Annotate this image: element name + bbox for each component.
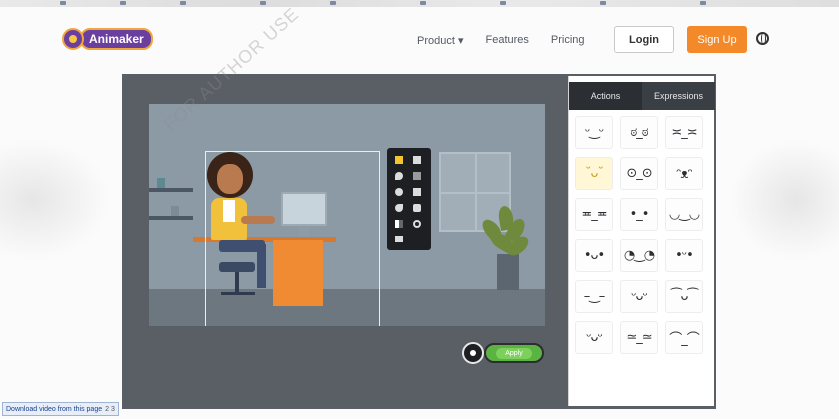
drop-icon[interactable] <box>395 172 403 180</box>
expression-item[interactable]: ᵕᴗᵕ <box>620 280 658 313</box>
nav-links: Product ▾ Features Pricing <box>417 34 585 47</box>
tool-icon[interactable] <box>395 188 403 196</box>
tab-expressions[interactable]: Expressions <box>642 82 715 110</box>
contrast-icon[interactable] <box>395 220 403 228</box>
wall-shelf <box>149 188 193 192</box>
expression-item[interactable]: ᵕᴗᵕ <box>575 321 613 354</box>
expression-item[interactable]: •_• <box>620 198 658 231</box>
nav-pricing[interactable]: Pricing <box>551 34 585 47</box>
tool-icon[interactable] <box>413 172 421 180</box>
expression-item[interactable]: ᵕ‿ᵕ <box>575 116 613 149</box>
page: Animaker Product ▾ Features Pricing Logi… <box>0 0 839 419</box>
download-pages: 2 3 <box>105 405 115 413</box>
animation-editor: Apply Actions Expressions ᵕ‿ᵕ ಠ_ಠ ≍_≍ ˘ᴗ… <box>122 74 716 409</box>
selection-box[interactable] <box>205 151 380 326</box>
tool-icon[interactable] <box>413 188 421 196</box>
expression-item[interactable]: ≍_≍ <box>665 116 703 149</box>
background-blur-right <box>730 140 839 260</box>
scene-canvas[interactable] <box>149 104 545 326</box>
expression-item[interactable]: ಠ_ಠ <box>620 116 658 149</box>
logo-text: Animaker <box>80 28 153 50</box>
expression-item[interactable]: •ᵕ• <box>665 239 703 272</box>
expression-item[interactable]: ⌒_⌒ <box>665 321 703 354</box>
apply-button[interactable]: Apply <box>484 343 544 363</box>
expression-item[interactable]: ˘ᴗ˘ <box>575 157 613 190</box>
chat-icon[interactable] <box>395 204 403 212</box>
panel-tabs: Actions Expressions <box>569 82 715 110</box>
shelf-plant <box>157 178 165 188</box>
login-button[interactable]: Login <box>614 26 674 53</box>
download-video-bar[interactable]: Download video from this page 2 3 <box>2 402 119 416</box>
wall-shelf <box>149 216 193 220</box>
tool-icon[interactable] <box>413 204 421 212</box>
expression-item[interactable]: ≖_≖ <box>575 198 613 231</box>
animaker-logo[interactable]: Animaker <box>62 28 153 50</box>
mini-tool-panel <box>387 148 431 250</box>
globe-icon[interactable] <box>756 32 769 45</box>
nav-product[interactable]: Product ▾ <box>417 34 464 47</box>
expression-item[interactable]: ≃_≃ <box>620 321 658 354</box>
expression-item[interactable]: ◔‿◔ <box>620 239 658 272</box>
apply-label: Apply <box>496 347 532 359</box>
expression-item[interactable]: •ᴗ• <box>575 239 613 272</box>
tool-icon[interactable] <box>395 236 403 242</box>
expressions-panel: Actions Expressions ᵕ‿ᵕ ಠ_ಠ ≍_≍ ˘ᴗ˘ ⊙_⊙ … <box>568 76 715 406</box>
record-toggle[interactable] <box>462 342 484 364</box>
tool-icon[interactable] <box>413 156 421 164</box>
tool-icon[interactable] <box>395 156 403 164</box>
logo-icon <box>62 28 84 50</box>
expression-item[interactable]: –‿– <box>575 280 613 313</box>
office-plant <box>478 202 532 262</box>
expression-item[interactable]: ᵔᴥᵔ <box>665 157 703 190</box>
expression-item[interactable]: ⁀ᴗ⁀ <box>665 280 703 313</box>
tab-actions[interactable]: Actions <box>569 82 642 110</box>
expression-item[interactable]: ◡‿◡ <box>665 198 703 231</box>
signup-button[interactable]: Sign Up <box>687 26 747 53</box>
record-icon[interactable] <box>413 220 421 228</box>
nav-features[interactable]: Features <box>486 34 529 47</box>
top-navbar: Animaker Product ▾ Features Pricing Logi… <box>0 18 839 64</box>
expression-item[interactable]: ⊙_⊙ <box>620 157 658 190</box>
expressions-grid: ᵕ‿ᵕ ಠ_ಠ ≍_≍ ˘ᴗ˘ ⊙_⊙ ᵔᴥᵔ ≖_≖ •_• ◡‿◡ •ᴗ• … <box>575 116 709 354</box>
background-blur-left <box>0 140 110 260</box>
download-label: Download video from this page <box>6 405 103 413</box>
shelf-book <box>171 206 179 216</box>
browser-top-strip <box>0 0 839 7</box>
